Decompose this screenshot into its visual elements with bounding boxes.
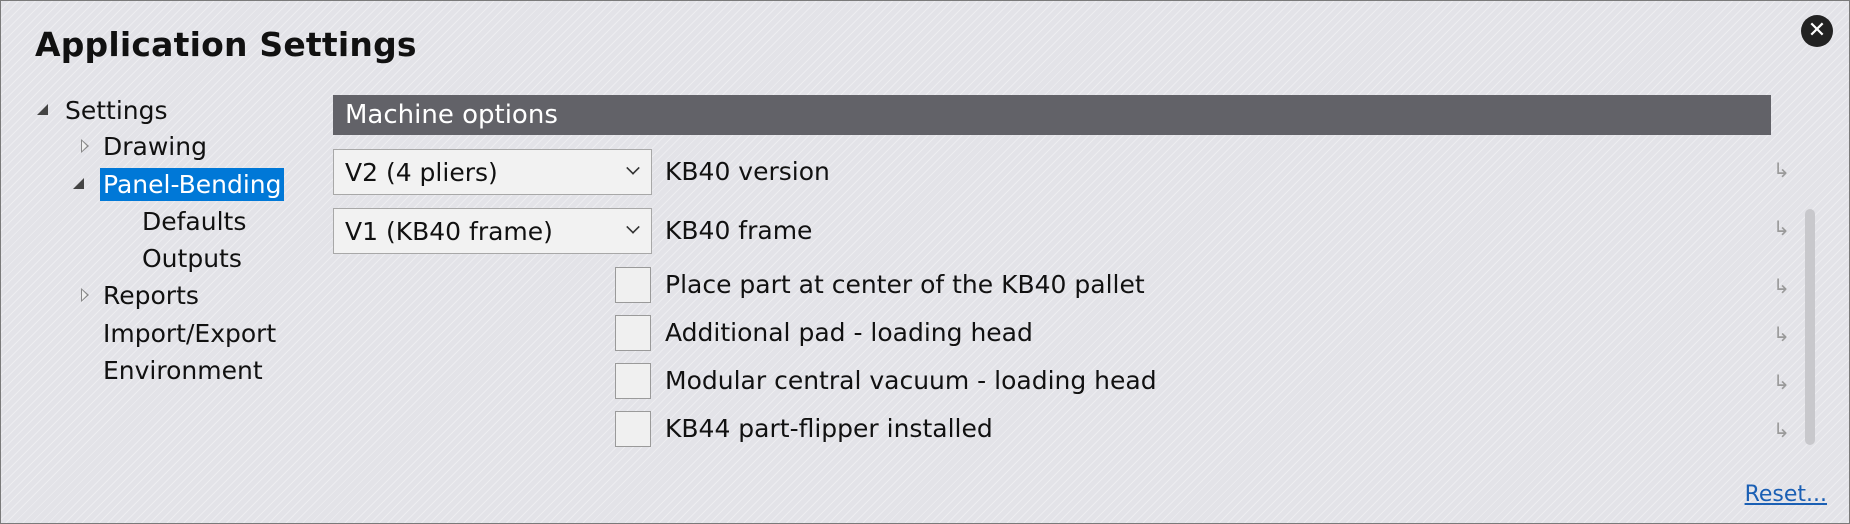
- tree-item-label: Import/Export: [103, 318, 277, 348]
- tree-item-defaults[interactable]: Defaults: [139, 204, 249, 238]
- settings-window: Application Settings ✕ Settings Drawing …: [0, 0, 1850, 524]
- kb40-version-label: KB40 version: [665, 157, 830, 186]
- reset-link[interactable]: Reset...: [1745, 482, 1827, 507]
- reset-option-icon[interactable]: ↳: [1773, 274, 1790, 298]
- collapsed-triangle-icon[interactable]: [81, 139, 89, 153]
- kb40-frame-label: KB40 frame: [665, 216, 813, 245]
- additional-pad-checkbox[interactable]: [615, 315, 651, 351]
- tree-item-label: Environment: [103, 355, 263, 385]
- dropdown-value: V2 (4 pliers): [345, 157, 498, 187]
- tree-item-label: Settings: [65, 95, 168, 125]
- additional-pad-label: Additional pad - loading head: [665, 318, 1033, 347]
- window-title: Application Settings: [35, 25, 417, 64]
- modular-vacuum-label: Modular central vacuum - loading head: [665, 366, 1157, 395]
- expanded-triangle-icon[interactable]: [73, 178, 84, 189]
- section-header: Machine options: [333, 95, 1771, 135]
- tree-item-label: Drawing: [103, 131, 207, 161]
- part-flipper-label: KB44 part-flipper installed: [665, 414, 993, 443]
- kb40-version-dropdown[interactable]: V2 (4 pliers): [333, 149, 652, 195]
- reset-option-icon[interactable]: ↳: [1773, 418, 1790, 442]
- tree-item-environment[interactable]: Environment: [100, 353, 266, 387]
- kb40-frame-dropdown[interactable]: V1 (KB40 frame): [333, 208, 652, 254]
- tree-item-label: Reports: [103, 280, 199, 310]
- tree-item-import-export[interactable]: Import/Export: [100, 316, 279, 350]
- dropdown-value: V1 (KB40 frame): [345, 216, 553, 246]
- part-flipper-checkbox[interactable]: [615, 411, 651, 447]
- tree-item-drawing[interactable]: Drawing: [80, 129, 210, 163]
- modular-vacuum-checkbox[interactable]: [615, 363, 651, 399]
- center-part-checkbox[interactable]: [615, 267, 651, 303]
- collapsed-triangle-icon[interactable]: [81, 288, 89, 302]
- tree-item-outputs[interactable]: Outputs: [139, 241, 245, 275]
- tree-item-label: Defaults: [142, 206, 247, 236]
- tree-item-panel-bending[interactable]: Panel-Bending: [73, 167, 285, 201]
- tree-item-settings[interactable]: Settings: [37, 93, 171, 127]
- close-icon[interactable]: ✕: [1801, 15, 1833, 47]
- reset-option-icon[interactable]: ↳: [1773, 158, 1790, 182]
- reset-option-icon[interactable]: ↳: [1773, 370, 1790, 394]
- tree-item-label: Panel-Bending: [100, 167, 285, 201]
- tree-item-reports[interactable]: Reports: [80, 278, 202, 312]
- scrollbar-thumb[interactable]: [1805, 209, 1815, 445]
- expanded-triangle-icon[interactable]: [37, 104, 48, 115]
- chevron-down-icon: [626, 220, 640, 234]
- reset-option-icon[interactable]: ↳: [1773, 216, 1790, 240]
- tree-item-label: Outputs: [142, 243, 242, 273]
- center-part-label: Place part at center of the KB40 pallet: [665, 270, 1145, 299]
- chevron-down-icon: [626, 161, 640, 175]
- vertical-scrollbar[interactable]: [1805, 206, 1815, 446]
- reset-option-icon[interactable]: ↳: [1773, 322, 1790, 346]
